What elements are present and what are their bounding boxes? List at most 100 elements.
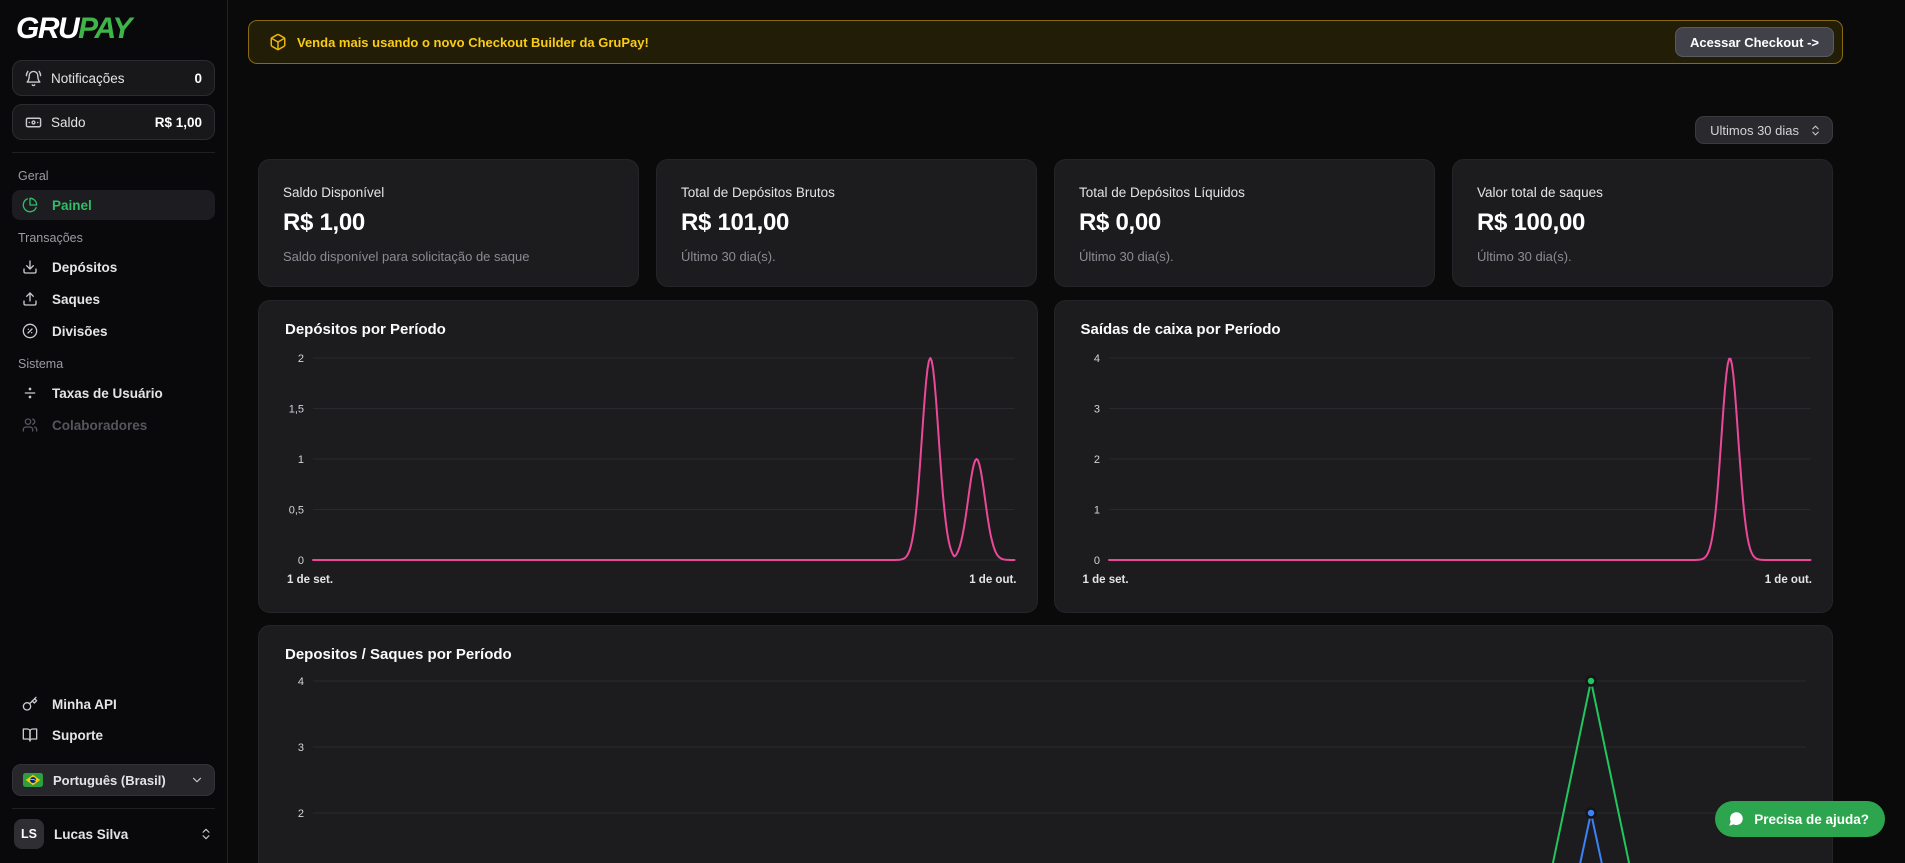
notifications-button[interactable]: Notificações 0 [12,60,215,96]
pie-chart-icon [22,197,38,213]
sidebar-item-label: Saques [52,292,100,307]
sidebar-item-label: Colaboradores [52,418,147,433]
chevron-down-icon [190,773,204,787]
x-label-start: 1 de set. [1083,574,1129,586]
svg-text:1: 1 [298,454,304,466]
logo-text-gru: GRU [16,12,78,45]
language-select[interactable]: Português (Brasil) [12,764,215,796]
sidebar-item-label: Depósitos [52,260,117,275]
section-geral: Geral [18,169,209,183]
combined-line-chart: 43210 [275,667,1816,863]
cashout-line-chart: 4 3 2 1 0 [1071,342,1817,572]
sidebar-item-taxas-de-usuario[interactable]: Taxas de Usuário [12,378,215,408]
user-name: Lucas Silva [54,827,189,842]
toolbar: Ultimos 30 dias [258,116,1833,144]
sidebar-item-painel[interactable]: Painel [12,190,215,220]
chat-bubble-icon [1727,810,1745,828]
x-axis-labels: 1 de set. 1 de out. [275,572,1021,586]
sidebar-divider [12,152,215,153]
brazil-flag-icon [23,773,43,787]
stat-card-depositos-brutos: Total de Depósitos Brutos R$ 101,00 Últi… [656,159,1037,287]
sidebar-item-label: Suporte [52,728,103,743]
key-icon [22,696,38,712]
sidebar-footer: Minha API Suporte Português (Brasil) LS … [12,688,215,851]
notifications-count: 0 [194,71,202,86]
svg-text:2: 2 [298,808,304,820]
bottom-chart-row: Depositos / Saques por Período 43210 [258,625,1833,863]
chevrons-up-down-icon [199,827,213,841]
svg-text:1,5: 1,5 [289,404,304,416]
banner-text: Venda mais usando o novo Checkout Builde… [297,35,1665,50]
stat-title: Valor total de saques [1477,185,1808,200]
svg-text:0,5: 0,5 [289,505,304,517]
sidebar-item-saques[interactable]: Saques [12,284,215,314]
stat-subtitle: Último 30 dia(s). [681,249,1012,264]
x-label-end: 1 de out. [969,574,1016,586]
stat-value: R$ 1,00 [283,209,614,237]
stat-card-total-saques: Valor total de saques R$ 100,00 Último 3… [1452,159,1833,287]
balance-value: R$ 1,00 [155,115,202,130]
svg-text:4: 4 [298,676,304,688]
users-icon [22,417,38,433]
stat-card-saldo-disponivel: Saldo Disponível R$ 1,00 Saldo disponíve… [258,159,639,287]
avatar: LS [14,819,44,849]
svg-text:0: 0 [1093,555,1099,567]
stat-title: Total de Depósitos Líquidos [1079,185,1410,200]
x-label-start: 1 de set. [287,574,333,586]
stat-card-depositos-liquidos: Total de Depósitos Líquidos R$ 0,00 Últi… [1054,159,1435,287]
sidebar-item-label: Divisões [52,324,108,339]
access-checkout-button[interactable]: Acessar Checkout -> [1675,27,1834,57]
chevrons-up-down-icon [1809,124,1822,137]
section-sistema: Sistema [18,357,209,371]
stat-subtitle: Último 30 dia(s). [1079,249,1410,264]
sidebar-item-minha-api[interactable]: Minha API [12,689,215,719]
user-menu[interactable]: LS Lucas Silva [12,808,215,851]
download-icon [22,259,38,275]
svg-text:1: 1 [1093,505,1099,517]
svg-text:2: 2 [1093,454,1099,466]
sidebar-item-label: Taxas de Usuário [52,386,163,401]
combined-chart-card: Depositos / Saques por Período 43210 [258,625,1833,863]
stat-value: R$ 100,00 [1477,209,1808,237]
help-button-label: Precisa de ajuda? [1754,812,1869,827]
balance-button[interactable]: Saldo R$ 1,00 [12,104,215,140]
deposits-line-chart: 21,510,50 [275,342,1021,572]
package-icon [269,33,287,51]
chart-title: Depositos / Saques por Período [275,646,1816,663]
sidebar-item-label: Minha API [52,697,117,712]
bell-icon [25,70,42,87]
x-label-end: 1 de out. [1765,574,1812,586]
notifications-label: Notificações [51,71,185,86]
period-select[interactable]: Ultimos 30 dias [1695,116,1833,144]
sidebar-item-colaboradores[interactable]: Colaboradores [12,410,215,440]
sidebar-item-suporte[interactable]: Suporte [12,720,215,750]
divide-icon [22,385,38,401]
svg-text:3: 3 [1093,404,1099,416]
grupay-logo: GRUPAY [12,10,215,52]
help-button[interactable]: Precisa de ajuda? [1715,801,1885,837]
percent-circle-icon [22,323,38,339]
sidebar-item-depositos[interactable]: Depósitos [12,252,215,282]
stat-title: Saldo Disponível [283,185,614,200]
cashout-chart-card: Saídas de caixa por Período 4 3 2 1 0 1 de s… [1054,300,1834,613]
stat-value: R$ 101,00 [681,209,1012,237]
upload-icon [22,291,38,307]
svg-text:3: 3 [298,742,304,754]
svg-text:4: 4 [1093,353,1099,365]
sidebar-item-divisoes[interactable]: Divisões [12,316,215,346]
chart-title: Saídas de caixa por Período [1071,321,1817,338]
stat-subtitle: Último 30 dia(s). [1477,249,1808,264]
deposits-chart-card: Depósitos por Período 21,510,50 1 de set… [258,300,1038,613]
stat-title: Total de Depósitos Brutos [681,185,1012,200]
stat-subtitle: Saldo disponível para solicitação de saq… [283,249,614,264]
period-select-value: Ultimos 30 dias [1710,123,1799,138]
charts-row: Depósitos por Período 21,510,50 1 de set… [258,300,1833,613]
language-value: Português (Brasil) [53,773,180,788]
banknote-icon [25,114,42,131]
sidebar: GRUPAY Notificações 0 Saldo R$ 1,00 Gera… [0,0,228,863]
logo-text-pay: PAY [78,12,131,45]
svg-text:2: 2 [298,353,304,365]
checkout-promo-banner: Venda mais usando o novo Checkout Builde… [248,20,1843,64]
x-axis-labels: 1 de set. 1 de out. [1071,572,1817,586]
book-open-icon [22,727,38,743]
